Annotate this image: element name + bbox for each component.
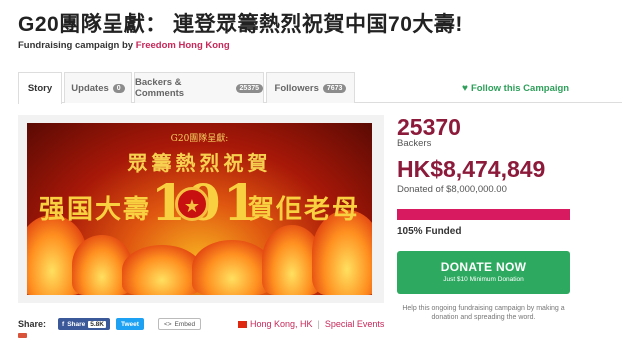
banner-right-text: 賀佢老母	[247, 195, 360, 225]
banner-headline: 眾籌熱烈祝賀	[127, 151, 272, 175]
code-icon: <>	[163, 320, 172, 328]
tab-updates[interactable]: Updates 0	[64, 72, 132, 103]
campaign-banner-image[interactable]: G20團隊呈獻: 眾籌熱烈祝賀 强国大壽 10 ★ 1 賀佢老母	[27, 123, 372, 295]
location-link[interactable]: Hong Kong, HK	[250, 319, 313, 329]
help-text: Help this ongoing fundraising campaign b…	[402, 305, 565, 321]
campaign-subtitle: Fundraising campaign by Freedom Hong Kon…	[18, 40, 230, 51]
follow-label: Follow this Campaign	[470, 83, 570, 94]
goal-text: Donated of $8,000,000.00	[397, 184, 507, 195]
facebook-share-button[interactable]: f Share 5.8K	[58, 318, 110, 330]
funded-percent: 105% Funded	[397, 226, 462, 237]
facebook-icon: f	[62, 320, 65, 328]
donate-label: DONATE NOW	[440, 260, 527, 274]
tab-story[interactable]: Story	[18, 72, 62, 104]
banner-left-text: 强国大壽	[39, 195, 152, 225]
tab-updates-label: Updates	[71, 82, 109, 94]
tab-followers-count: 7673	[322, 83, 347, 93]
banner-top-text: G20團隊呈獻:	[170, 134, 229, 144]
emblem-icon: ★	[175, 187, 209, 221]
campaign-title: G20團隊呈獻： 連登眾籌熱烈祝賀中国70大壽!	[18, 13, 463, 36]
facebook-share-label: Share	[67, 320, 86, 328]
organizer-link[interactable]: Freedom Hong Kong	[136, 40, 230, 51]
tweet-label: Tweet	[121, 320, 139, 328]
tab-backers-label: Backers & Comments	[135, 77, 185, 99]
flame-decoration	[192, 240, 272, 295]
funding-progress-fill	[397, 209, 570, 220]
share-bar: Share: f Share 5.8K Tweet <> Embed	[18, 317, 202, 331]
embed-label: Embed	[174, 320, 196, 328]
tab-backers-comments[interactable]: Backers & Comments 25375	[134, 72, 264, 103]
backers-count: 25370	[397, 114, 461, 140]
flame-decoration	[122, 245, 202, 295]
tab-followers-label: Followers	[274, 82, 319, 94]
partial-icon	[18, 333, 27, 338]
star-icon: ★	[183, 196, 201, 216]
donate-now-button[interactable]: DONATE NOW Just $10 Minimum Donation	[397, 251, 570, 294]
funding-progress-bar	[397, 209, 570, 220]
tab-story-label: Story	[27, 83, 53, 94]
separator: |	[317, 319, 320, 329]
flag-icon	[238, 320, 247, 328]
heart-icon: ♥	[462, 83, 468, 94]
category-link[interactable]: Special Events	[325, 319, 385, 329]
tab-followers[interactable]: Followers 7673	[266, 72, 355, 103]
share-label: Share:	[18, 319, 47, 329]
embed-button[interactable]: <> Embed	[157, 318, 202, 330]
tweet-button[interactable]: Tweet	[116, 318, 144, 330]
tab-backers-count: 25375	[235, 83, 263, 93]
subtitle-prefix: Fundraising campaign by	[18, 40, 134, 51]
donate-sublabel: Just $10 Minimum Donation	[443, 276, 524, 283]
campaign-location: Hong Kong, HK | Special Events	[238, 319, 384, 329]
facebook-share-count: 5.8K	[88, 320, 106, 328]
backers-label: Backers	[397, 138, 432, 149]
follow-campaign-button[interactable]: ♥ Follow this Campaign	[462, 83, 569, 94]
amount-raised: HK$8,474,849	[397, 156, 546, 182]
tab-updates-count: 0	[112, 83, 125, 93]
